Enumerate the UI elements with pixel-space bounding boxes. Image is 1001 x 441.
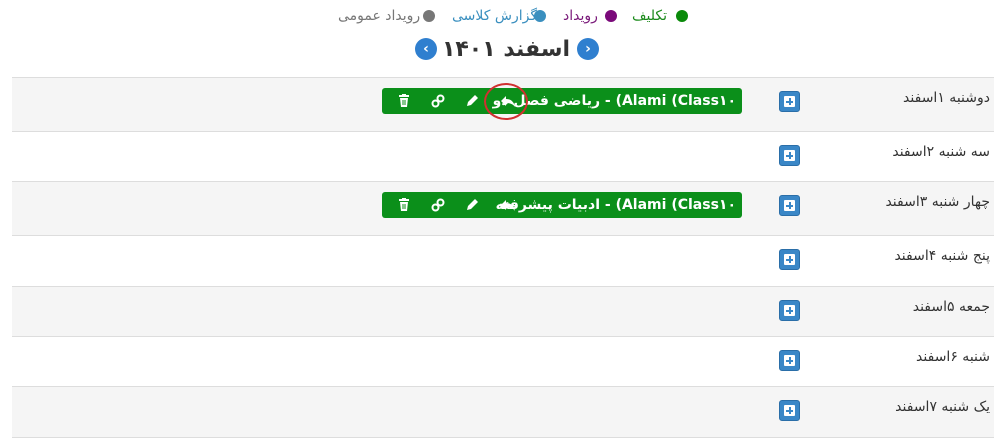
chevron-right-icon[interactable]: › <box>577 38 599 60</box>
event-title[interactable]: ریاضی فصل دو - (Alami (Class۱۰ <box>493 88 736 114</box>
day-row: چهار شنبه ۳اسفند ادبیات پیشرفته - (Alami… <box>12 181 994 235</box>
reply-icon[interactable] <box>498 195 518 215</box>
plus-square-icon[interactable] <box>779 400 800 421</box>
month-navigation: › اسفند ۱۴۰۱ ‹ <box>0 34 1001 66</box>
edit-icon[interactable] <box>462 195 482 215</box>
legend-assignment: تکلیف <box>632 6 690 26</box>
event-item: ادبیات پیشرفته - (Alami (Class۱۰ <box>382 192 742 218</box>
legend-class-report: گزارش کلاسی <box>452 6 547 26</box>
day-row: سه شنبه ۲اسفند <box>12 131 994 181</box>
day-row: یک شنبه ۷اسفند <box>12 386 994 438</box>
plus-square-icon[interactable] <box>779 145 800 166</box>
plus-square-icon[interactable] <box>779 91 800 112</box>
day-row: شنبه ۶اسفند <box>12 336 994 386</box>
trash-icon[interactable] <box>394 91 414 111</box>
day-label: چهار شنبه ۳اسفند <box>885 194 990 210</box>
legend-class-report-dot <box>534 10 546 22</box>
link-icon[interactable] <box>428 91 448 111</box>
link-icon[interactable] <box>428 195 448 215</box>
legend-assignment-dot <box>676 10 688 22</box>
day-label: پنج شنبه ۴اسفند <box>894 248 990 264</box>
day-label: سه شنبه ۲اسفند <box>892 144 990 160</box>
event-title[interactable]: ادبیات پیشرفته - (Alami (Class۱۰ <box>496 192 736 218</box>
day-label: شنبه ۶اسفند <box>916 349 990 365</box>
legend-public-event-dot <box>423 10 435 22</box>
day-label: جمعه ۵اسفند <box>912 299 990 315</box>
legend-assignment-label: تکلیف <box>632 8 667 24</box>
edit-icon[interactable] <box>462 91 482 111</box>
plus-square-icon[interactable] <box>779 249 800 270</box>
highlight-annotation <box>484 83 528 120</box>
legend-event-dot <box>605 10 617 22</box>
legend-event: رویداد <box>563 6 618 26</box>
legend-event-label: رویداد <box>563 8 598 24</box>
plus-square-icon[interactable] <box>779 300 800 321</box>
event-item: ریاضی فصل دو - (Alami (Class۱۰ <box>382 88 742 114</box>
day-row: پنج شنبه ۴اسفند <box>12 235 994 286</box>
plus-square-icon[interactable] <box>779 350 800 371</box>
day-label: دوشنبه ۱اسفند <box>903 90 990 106</box>
month-title: اسفند ۱۴۰۱ <box>441 37 571 62</box>
day-label: یک شنبه ۷اسفند <box>895 399 990 415</box>
chevron-left-icon[interactable]: ‹ <box>415 38 437 60</box>
day-row: جمعه ۵اسفند <box>12 286 994 336</box>
legend-class-report-label: گزارش کلاسی <box>452 8 537 24</box>
legend: تکلیف رویداد گزارش کلاسی رویداد عمومی <box>0 6 1001 26</box>
legend-public-event-label: رویداد عمومی <box>338 8 421 24</box>
calendar-table: دوشنبه ۱اسفند ریاضی فصل دو - (Alami (Cla… <box>12 77 994 438</box>
plus-square-icon[interactable] <box>779 195 800 216</box>
legend-public-event: رویداد عمومی <box>338 6 436 26</box>
trash-icon[interactable] <box>394 195 414 215</box>
